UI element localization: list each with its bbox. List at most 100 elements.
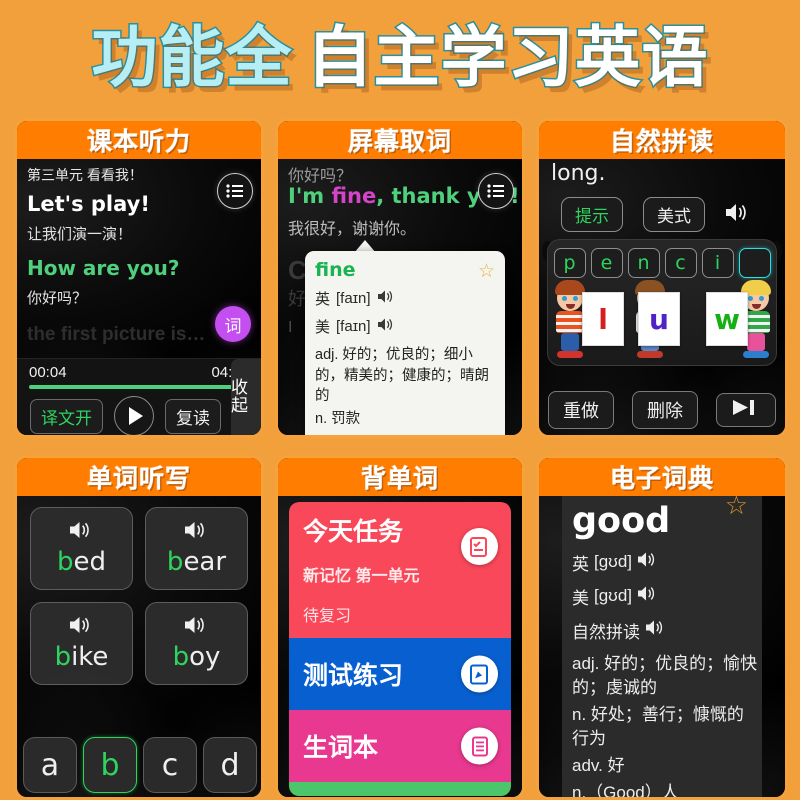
card-screen-word-capture[interactable]: 屏幕取词 你好吗？ I'm fine, thank you! 我很好，谢谢你。 … [275, 118, 525, 438]
speaker-icon[interactable] [184, 520, 209, 545]
word-first-letter: b [172, 642, 190, 672]
star-icon[interactable]: ☆ [725, 496, 748, 521]
word-rest: oy [189, 642, 221, 672]
previous-line: 你好吗？ [288, 168, 353, 185]
uk-label: 英 [315, 291, 331, 308]
uk-label: 英 [572, 554, 589, 574]
us-phonetic: [ɡʊd] [594, 586, 633, 605]
collapse-tab-label: 收起 [231, 378, 248, 415]
card-electronic-dictionary[interactable]: 电子词典 ☆ good 英 [ɡʊd] 美 [ɡʊd] 自然拼读 adj. 好的… [536, 455, 788, 800]
list-icon[interactable] [217, 173, 253, 209]
word-card[interactable]: bear [145, 507, 248, 590]
letter-slot[interactable]: i [701, 248, 734, 278]
us-label: 美 [315, 319, 331, 336]
letter-card[interactable]: u [638, 292, 680, 346]
ghost-line-3: I [288, 319, 293, 336]
chinese-line-2: 你好吗？ [27, 290, 88, 307]
word-rest: ear [183, 547, 227, 577]
speaker-icon[interactable] [377, 289, 396, 308]
kid-eye [562, 296, 567, 301]
speaker-icon[interactable] [637, 551, 658, 573]
letter-slot[interactable]: c [664, 248, 697, 278]
repeat-button[interactable]: 复读 [165, 398, 221, 434]
time-row: 00:04 04:10 [17, 359, 261, 381]
key-a[interactable]: a [23, 737, 77, 793]
card-title: 电子词典 [609, 464, 714, 494]
letter-slot[interactable]: p [553, 248, 586, 278]
speaker-icon[interactable] [69, 615, 94, 640]
redo-button[interactable]: 重做 [548, 391, 614, 429]
sentence-translation: 我很好，谢谢你。 [288, 221, 417, 238]
speaker-icon[interactable] [645, 619, 666, 641]
letter-slot[interactable]: e [590, 248, 623, 278]
word-first-letter: b [56, 547, 74, 577]
word-label: bear [167, 547, 226, 577]
today-task-panel[interactable]: 今天任务 新记忆 第一单元 待复习 [289, 502, 511, 638]
new-word-book-panel[interactable]: 生词本 [289, 710, 511, 782]
word-card[interactable]: boy [145, 602, 248, 685]
kid-shoes [637, 351, 663, 358]
letter-card[interactable]: w [706, 292, 748, 346]
uk-pronunciation-row: 英 [faɪn] [315, 288, 495, 309]
page-root: 功能全 自主学习英语 课本听力 第三单元 看看我！ Let's play! 让我… [0, 0, 800, 800]
word-card[interactable]: bed [30, 507, 133, 590]
word-lookup-label: 词 [224, 316, 242, 336]
card-phonics[interactable]: 自然拼读 long. 提示 美式 p e n c i l u w 重做 删除 [536, 118, 788, 438]
list-icon[interactable] [478, 173, 514, 209]
uk-pronunciation-row: 英 [ɡʊd] [572, 550, 758, 575]
speaker-icon[interactable] [184, 615, 209, 640]
card-memorize-words[interactable]: 背单词 今天任务 新记忆 第一单元 待复习 测试练习 生词本 [275, 455, 525, 800]
word-lookup-badge[interactable]: 词 [215, 306, 251, 342]
us-pronunciation-row: 美 [faɪn] [315, 316, 495, 337]
sentence-pre: I'm [288, 184, 332, 208]
star-icon[interactable]: ☆ [478, 260, 495, 283]
phonics-toolbar: 提示 美式 [539, 197, 785, 232]
next-icon[interactable] [716, 393, 776, 427]
kid-legs [561, 333, 579, 351]
collapse-tab[interactable]: 收起 [231, 359, 261, 435]
play-button[interactable] [114, 396, 154, 435]
word-rest: ike [71, 642, 109, 672]
speaker-icon[interactable] [377, 317, 396, 336]
banner-text-primary: 功能全 [90, 18, 293, 96]
play-icon [129, 407, 143, 425]
ghost-line-1: C [288, 255, 307, 285]
new-word-book-label: 生词本 [303, 733, 379, 762]
letter-slot[interactable]: n [627, 248, 660, 278]
card-word-dictation[interactable]: 单词听写 bed bear bike boy a b c d [14, 455, 264, 800]
card-title: 屏幕取词 [347, 127, 452, 157]
key-d[interactable]: d [203, 737, 257, 793]
keyboard-row: a b c d e [17, 737, 261, 793]
accent-button[interactable]: 美式 [643, 197, 705, 232]
delete-button[interactable]: 删除 [632, 391, 698, 429]
word-card[interactable]: bike [30, 602, 133, 685]
kid-eye [573, 296, 578, 301]
speaker-icon[interactable] [637, 585, 658, 607]
card-textbook-listening[interactable]: 课本听力 第三单元 看看我！ Let's play! 让我们演一演！ How a… [14, 118, 264, 438]
speaker-icon[interactable] [69, 520, 94, 545]
card-header: 课本听力 [17, 121, 261, 159]
word-label: bike [55, 642, 109, 672]
us-phonetic: [faɪn] [336, 318, 371, 335]
phonics-label: 自然拼读 [572, 622, 640, 642]
kid-legs [747, 333, 765, 351]
card-body: 第三单元 看看我！ Let's play! 让我们演一演！ How are yo… [17, 159, 261, 435]
selected-word[interactable]: fine [331, 184, 376, 208]
kid-shirt [556, 311, 584, 333]
key-b[interactable]: b [83, 737, 137, 793]
key-c[interactable]: c [143, 737, 197, 793]
hint-button[interactable]: 提示 [561, 197, 623, 232]
letter-card[interactable]: l [582, 292, 624, 346]
word-popup[interactable]: fine ☆ 英 [faɪn] 美 [faɪn] adj. 好的；优良的；细小的… [305, 251, 505, 435]
time-current: 00:04 [29, 364, 67, 381]
card-header: 电子词典 [539, 458, 785, 496]
translation-toggle-button[interactable]: 译文开 [30, 398, 103, 434]
kid-eye [748, 296, 753, 301]
letter-slot-active[interactable] [738, 248, 771, 278]
player-controls: 译文开 复读 [17, 389, 261, 435]
test-practice-panel[interactable]: 测试练习 [289, 638, 511, 710]
fourth-panel[interactable] [289, 782, 511, 796]
speaker-icon[interactable] [725, 202, 751, 228]
card-title: 背单词 [360, 464, 439, 494]
popup-definition-noun: n. 罚款 [315, 410, 361, 427]
